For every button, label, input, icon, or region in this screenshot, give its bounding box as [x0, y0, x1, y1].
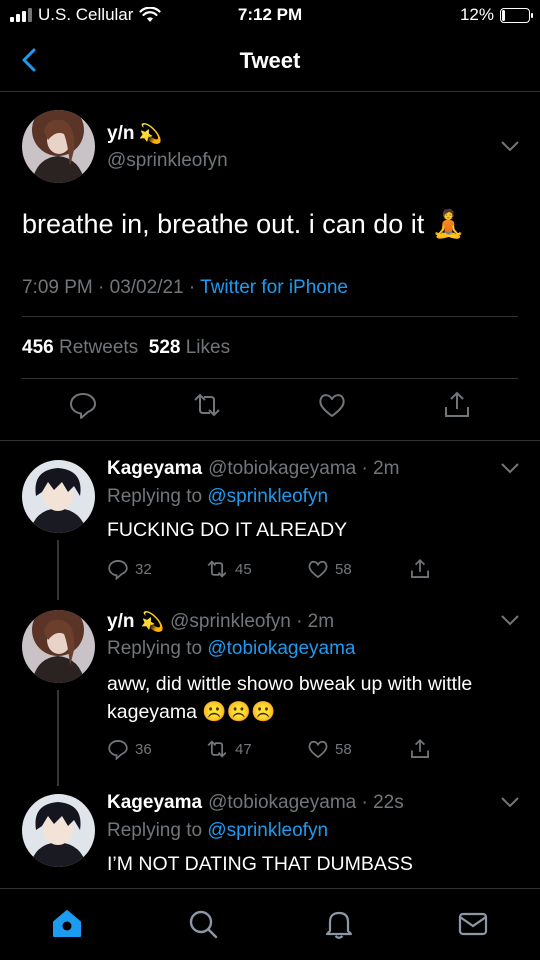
divider — [0, 440, 540, 441]
avatar[interactable] — [22, 794, 95, 867]
reply-icon — [108, 740, 128, 760]
tweet-source[interactable]: Twitter for iPhone — [200, 277, 348, 298]
reply-action-bar: 36 47 58 — [107, 738, 437, 762]
reply-author-handle[interactable]: @sprinkleofyn · 2m — [170, 611, 334, 633]
share-button[interactable] — [409, 738, 431, 760]
chevron-down-icon[interactable] — [500, 614, 520, 626]
share-icon — [411, 558, 429, 578]
battery-percent: 12% — [459, 5, 494, 24]
like-icon[interactable] — [317, 390, 347, 420]
avatar[interactable] — [22, 110, 95, 183]
replying-to-handle[interactable]: @sprinkleofyn — [207, 820, 328, 841]
tweet-timestamp: 7:09 PM · 03/02/21 · — [22, 277, 201, 298]
reply-author-name[interactable]: Kageyama — [107, 458, 202, 480]
status-right: 12% — [459, 5, 533, 25]
thread-line — [57, 690, 59, 786]
like-button[interactable]: 58 — [307, 738, 352, 760]
messages-icon[interactable] — [456, 907, 490, 941]
replying-to: Replying to @sprinkleofyn — [107, 820, 329, 841]
dizzy-emoji: 💫 — [140, 612, 165, 633]
share-icon — [411, 738, 429, 758]
divider — [22, 378, 518, 379]
divider — [22, 316, 518, 317]
search-icon[interactable] — [186, 907, 220, 941]
top-header: Tweet — [0, 30, 540, 92]
like-icon — [308, 560, 328, 579]
author-handle[interactable]: @sprinkleofyn — [107, 150, 228, 172]
reply-header: Kageyama @tobiokageyama · 2m — [107, 458, 400, 480]
reply-author-handle[interactable]: @tobiokageyama · 2m — [208, 458, 399, 480]
reply-author-handle[interactable]: @tobiokageyama · 22s — [208, 792, 404, 814]
like-icon — [308, 740, 328, 759]
page-title: Tweet — [239, 48, 301, 73]
chevron-down-icon[interactable] — [500, 796, 520, 808]
like-count: 58 — [335, 560, 352, 578]
reply-text: FUCKING DO IT ALREADY — [107, 519, 348, 541]
reply-action-bar: 32 45 58 — [107, 558, 437, 582]
reply-icon[interactable] — [68, 390, 98, 420]
status-bar: U.S. Cellular 7:12 PM 12% — [0, 0, 540, 30]
author-name[interactable]: y/n 💫 — [107, 122, 162, 146]
chevron-down-icon[interactable] — [500, 462, 520, 474]
likes-label[interactable]: Likes — [186, 337, 230, 358]
likes-count[interactable]: 528 — [149, 337, 181, 358]
reply-button[interactable]: 32 — [107, 558, 152, 580]
tweet-stats: 456 Retweets 528 Likes — [22, 337, 230, 359]
tweet-action-bar — [0, 390, 540, 426]
battery-fill — [502, 9, 505, 21]
notifications-icon[interactable] — [322, 907, 356, 941]
reply-author-name[interactable]: y/n — [107, 611, 134, 633]
replying-to: Replying to @sprinkleofyn — [107, 486, 329, 507]
reply-author-name[interactable]: Kageyama — [107, 792, 202, 814]
bottom-nav — [0, 888, 540, 960]
avatar[interactable] — [22, 610, 95, 683]
chevron-down-icon[interactable] — [500, 140, 520, 152]
retweet-icon — [207, 560, 227, 578]
reply-button[interactable]: 36 — [107, 738, 152, 760]
meditation-emoji: 🧘 — [431, 209, 466, 239]
reply-header: Kageyama @tobiokageyama · 22s — [107, 792, 404, 814]
like-button[interactable]: 58 — [307, 558, 352, 580]
reply-text: I’M NOT DATING THAT DUMBASS — [107, 853, 413, 875]
retweet-icon[interactable] — [192, 390, 222, 420]
dizzy-emoji: 💫 — [138, 124, 163, 145]
reply-icon — [108, 560, 128, 580]
reply-text: aww, did wittle showo bweak up with witt… — [107, 673, 473, 723]
retweet-count: 47 — [235, 740, 252, 758]
retweet-count: 45 — [235, 560, 252, 578]
retweet-icon — [207, 740, 227, 758]
replying-to: Replying to @tobiokageyama — [107, 638, 356, 659]
retweets-label[interactable]: Retweets — [59, 337, 138, 358]
replying-to-handle[interactable]: @tobiokageyama — [207, 638, 355, 659]
replying-to-handle[interactable]: @sprinkleofyn — [207, 486, 328, 507]
tweet-text: breathe in, breathe out. i can do it 🧘 — [22, 209, 466, 239]
retweets-count[interactable]: 456 — [22, 337, 54, 358]
share-icon[interactable] — [442, 390, 472, 420]
retweet-button[interactable]: 47 — [205, 738, 252, 760]
avatar[interactable] — [22, 460, 95, 533]
share-button[interactable] — [409, 558, 431, 580]
thread-line — [57, 540, 59, 600]
home-icon[interactable] — [50, 907, 84, 941]
reply-count: 36 — [135, 740, 152, 758]
tweet-meta: 7:09 PM · 03/02/21 · Twitter for iPhone — [22, 277, 348, 299]
retweet-button[interactable]: 45 — [205, 558, 252, 580]
reply-count: 32 — [135, 560, 152, 578]
like-count: 58 — [335, 740, 352, 758]
battery-icon — [500, 7, 533, 23]
reply-header: y/n 💫 @sprinkleofyn · 2m — [107, 610, 334, 634]
frowning-emoji: ☹️☹️☹️ — [202, 701, 276, 723]
